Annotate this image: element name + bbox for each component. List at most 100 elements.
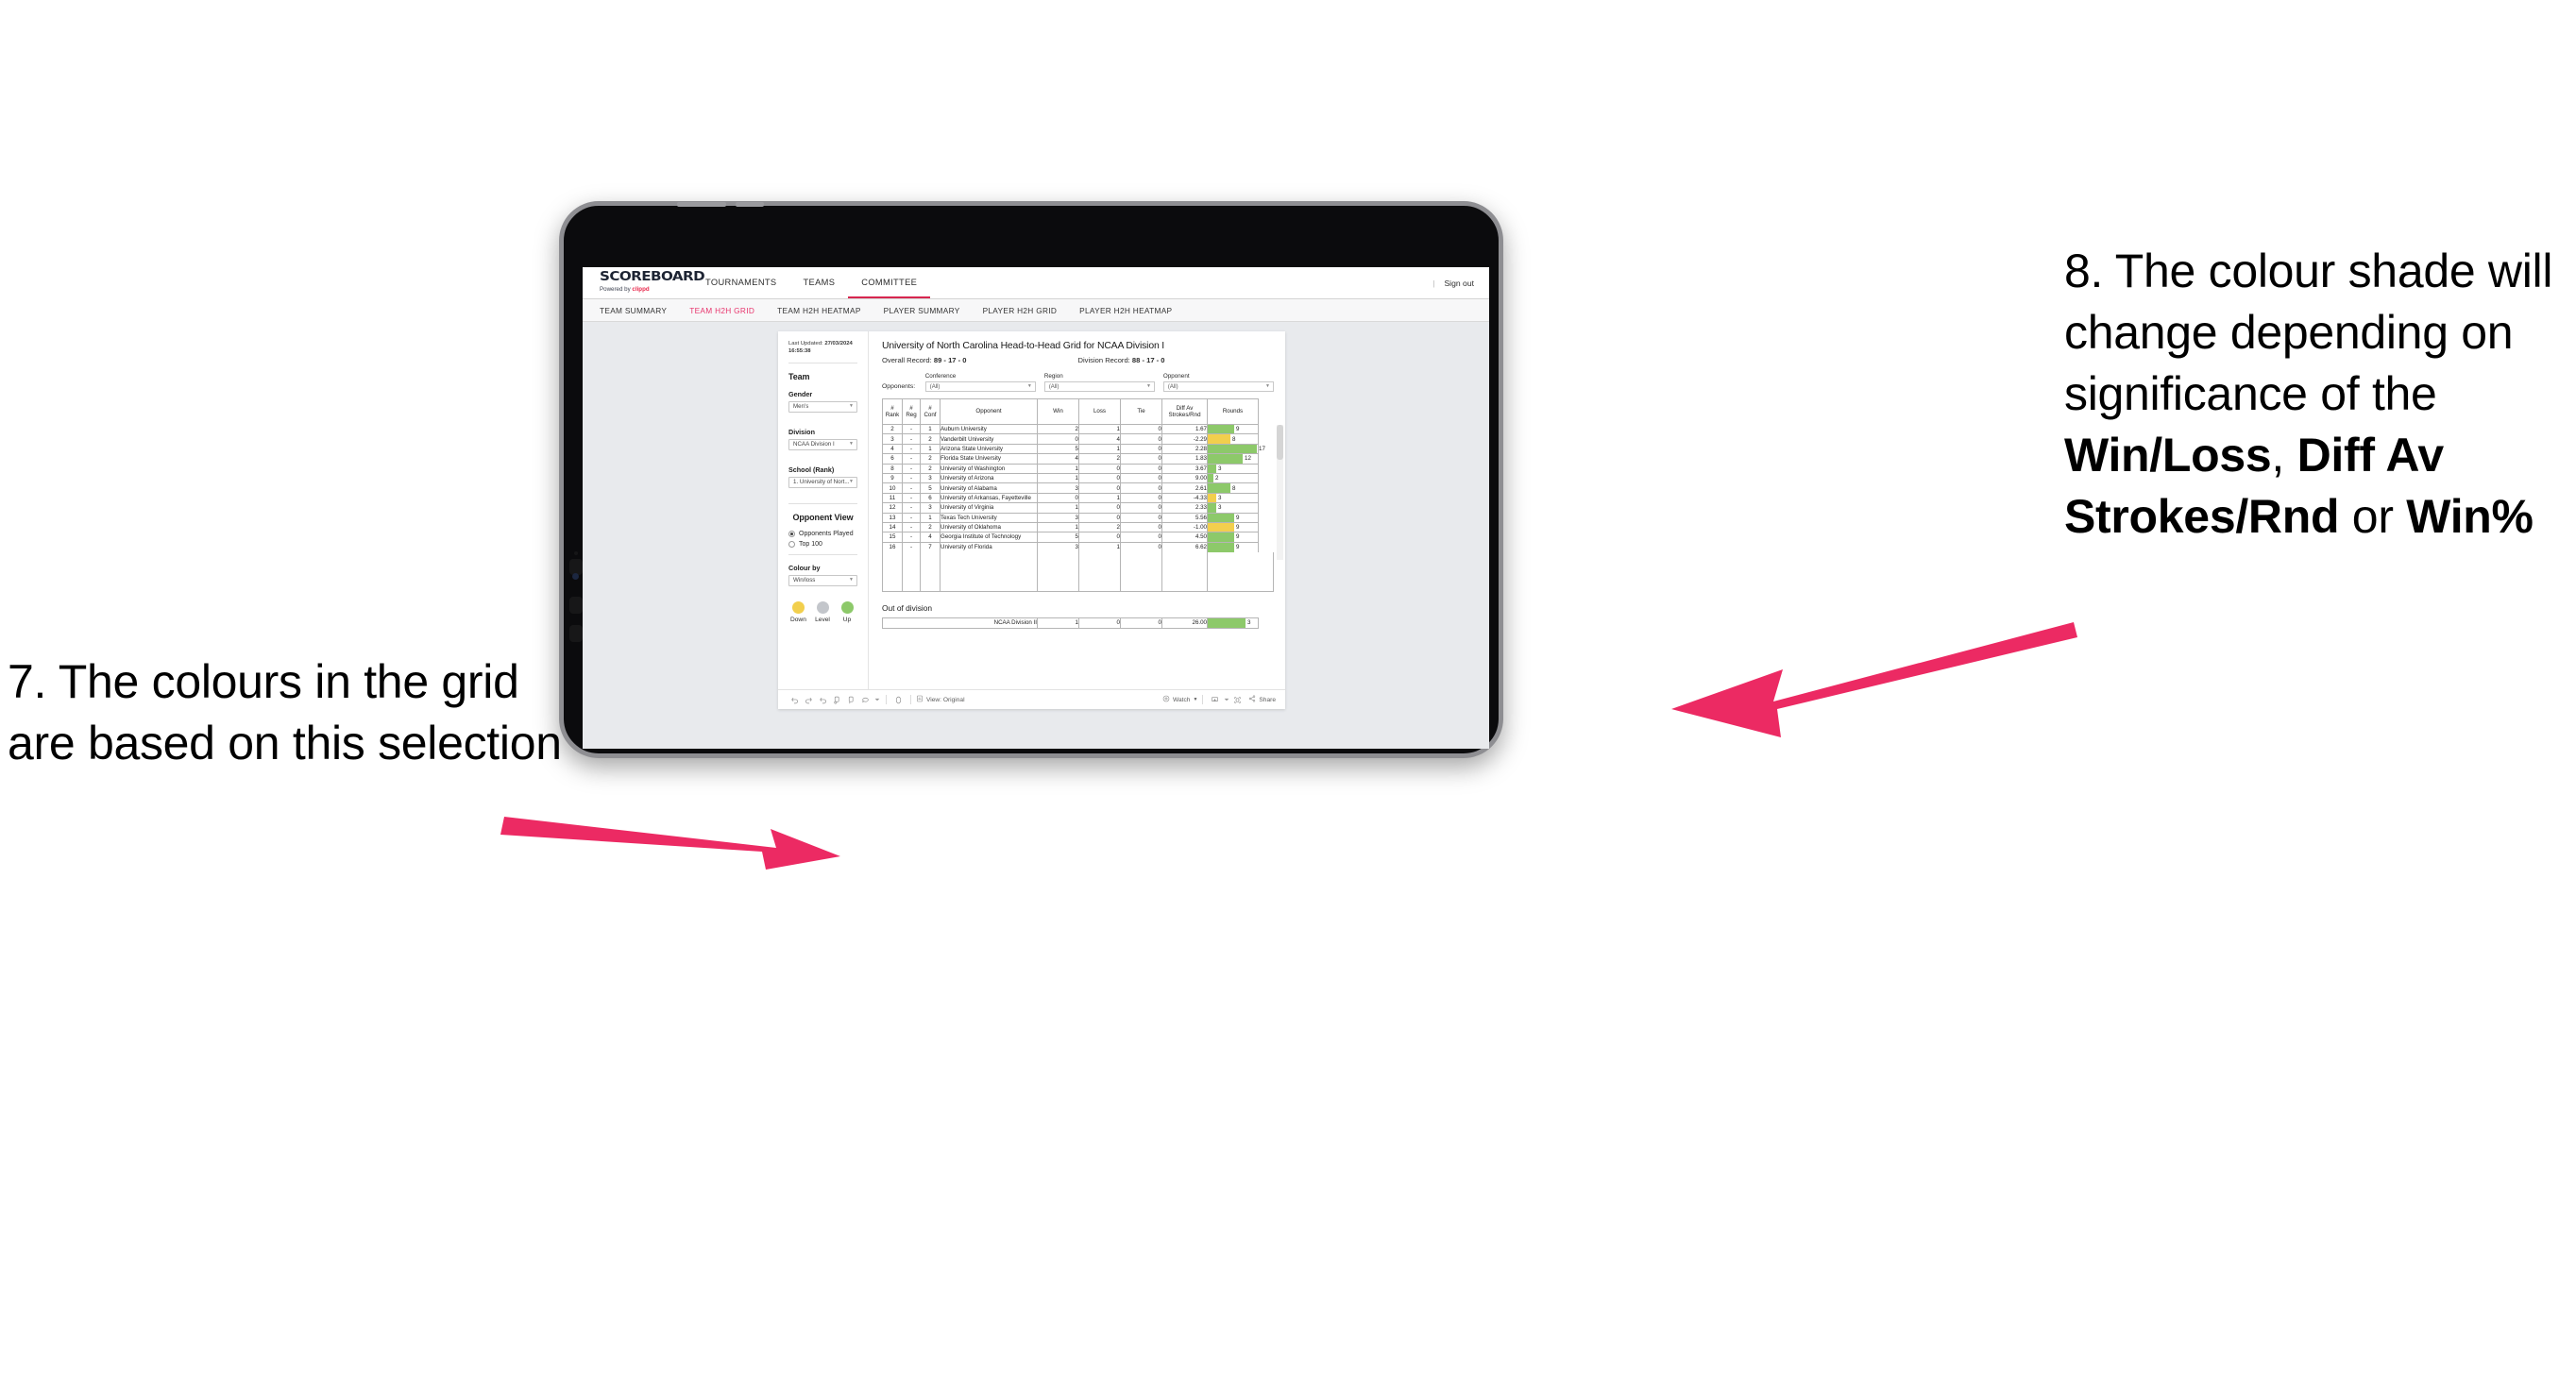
view-original-label: View: Original [926,696,965,703]
sidebar-divider-3 [788,553,857,555]
view-original-button[interactable]: View: Original [916,695,965,704]
col-header-win[interactable]: Win [1037,398,1079,425]
share-button[interactable]: Share [1248,695,1276,704]
grid-vertical-scrollbar[interactable] [1277,425,1283,560]
cell-rounds: 8 [1207,482,1259,494]
filter-conference-select[interactable]: (All) ▼ [924,381,1036,392]
cell-opponent: University of Arizona [940,472,1038,484]
table-row[interactable]: 11-6 University of Arkansas, Fayetteville… [882,492,1259,504]
cell-reg: - [902,521,921,533]
scrollbar-thumb[interactable] [1277,425,1283,460]
signout-group: | Sign out [1432,267,1489,298]
school-select[interactable]: 1. University of Nort... ▼ [788,476,857,488]
col-header-tie[interactable]: Tie [1120,398,1162,425]
table-row[interactable]: 6-2 Florida State University 4 2 0 1.83 12 [882,453,1259,465]
col-header-diff[interactable]: Diff Av Strokes/Rnd [1161,398,1208,425]
colour-by-select[interactable]: Win/loss ▼ [788,574,857,586]
division-select[interactable]: NCAA Division I ▼ [788,438,857,450]
cell-tie: 0 [1120,541,1162,552]
records-row: Overall Record: 89 - 17 - 0 Division Rec… [882,356,1274,364]
col-header-rank[interactable]: # Rank [882,398,903,425]
h2h-grid-head: # Rank # Reg # Conf Opponent Win Loss Tie D… [882,398,1259,425]
watch-icon [1162,695,1170,704]
cell-win: 1 [1037,463,1079,474]
refresh-data-icon[interactable] [830,696,844,704]
out-of-division-row[interactable]: NCAA Division II 1 0 0 26.00 3 [882,617,1259,629]
h2h-grid-wrapper: # Rank # Reg # Conf Opponent Win Loss Tie D… [882,398,1283,592]
cell-conf: 2 [920,453,941,465]
tablet-sensor-dot [574,551,578,555]
watch-button[interactable]: Watch ▼ [1162,695,1197,704]
undo-icon[interactable] [788,696,802,704]
revert-icon[interactable] [816,696,830,704]
table-row[interactable]: 3-2 Vanderbilt University 0 4 0 -2.29 8 [882,433,1259,445]
table-row[interactable]: 14-2 University of Oklahoma 1 2 0 -1.00 9 [882,521,1259,533]
cell-opponent: Vanderbilt University [940,433,1038,445]
device-preview-icon[interactable] [891,696,906,704]
legend-label-up: Up [842,616,852,623]
col-header-loss[interactable]: Loss [1078,398,1121,425]
filter-opponent-select[interactable]: (All) ▼ [1162,381,1274,392]
subnav-item-player-h2h-heatmap[interactable]: PLAYER H2H HEATMAP [1079,306,1172,315]
cell-loss: 1 [1078,492,1121,504]
cell-win: 0 [1037,433,1079,445]
cell-tie: 0 [1120,463,1162,474]
radio-opponents-played[interactable]: Opponents Played [788,530,857,537]
table-row[interactable]: 4-1 Arizona State University 5 1 0 2.28 17 [882,443,1265,455]
filter-opponent-value: (All) [1167,383,1178,390]
app-logo[interactable]: SCOREBOARD Powered by clippd [583,267,705,298]
highlight-icon[interactable] [858,696,873,704]
chevron-down-icon: ▼ [849,403,854,410]
cell-diff: 2.33 [1161,502,1208,514]
topnav-item-committee[interactable]: COMMITTEE [848,267,931,298]
cell-ood-rounds: 3 [1207,617,1259,629]
table-row[interactable]: 16-7 University of Florida 3 1 0 6.62 9 [882,541,1259,552]
filters-sidebar: Last Updated: 27/03/2024 16:55:38 Team G… [778,331,869,689]
division-record: Division Record: 88 - 17 - 0 [1077,356,1165,364]
cell-reg: - [902,492,921,504]
legend-dot-down [791,600,805,614]
table-row[interactable]: 8-2 University of Washington 1 0 0 3.67 3 [882,463,1259,474]
table-row[interactable]: 15-4 Georgia Institute of Technology 5 0 0 4.… [882,532,1259,543]
cell-opponent: University of Florida [940,541,1038,552]
cell-opponent: Auburn University [940,423,1038,435]
download-dropdown-icon[interactable] [1222,697,1230,702]
logo-tagline: Powered by clippd [600,286,650,293]
topnav-item-tournaments[interactable]: TOURNAMENTS [692,267,789,298]
radio-label-opponents-played: Opponents Played [799,530,854,537]
cell-ood-diff: 26.00 [1161,617,1208,629]
subnav-item-team-h2h-heatmap[interactable]: TEAM H2H HEATMAP [777,306,861,315]
cell-diff: -1.00 [1161,521,1208,533]
annotation-right: 8. The colour shade will change dependin… [2064,241,2576,548]
filter-opponent-label: Opponent [1162,373,1190,380]
chevron-down-icon: ▼ [849,479,854,485]
subnav-item-player-summary[interactable]: PLAYER SUMMARY [884,306,960,315]
table-row[interactable]: 13-1 Texas Tech University 3 0 0 5.56 9 [882,512,1259,523]
download-icon[interactable] [1208,696,1222,704]
radio-top-100[interactable]: Top 100 [788,540,857,548]
col-header-opponent[interactable]: Opponent [940,398,1038,425]
filter-region-label: Region [1043,373,1063,380]
redo-icon[interactable] [802,696,816,704]
topnav-item-teams[interactable]: TEAMS [789,267,848,298]
highlight-dropdown-icon[interactable] [873,697,881,702]
fullscreen-icon[interactable] [1230,696,1245,704]
filter-region-select[interactable]: (All) ▼ [1043,381,1155,392]
gender-select[interactable]: Men's ▼ [788,400,857,413]
col-header-rounds[interactable]: Rounds [1207,398,1259,425]
col-header-reg[interactable]: # Reg [902,398,921,425]
subnav-item-player-h2h-grid[interactable]: PLAYER H2H GRID [983,306,1058,315]
table-row[interactable]: 10-5 University of Alabama 3 0 0 2.61 8 [882,482,1259,494]
cell-win: 3 [1037,512,1079,523]
subnav-item-team-summary[interactable]: TEAM SUMMARY [600,306,667,315]
cell-conf: 7 [920,541,941,552]
table-row[interactable]: 12-3 University of Virginia 1 0 0 2.33 3 [882,502,1259,514]
cell-win: 0 [1037,492,1079,504]
signout-link[interactable]: Sign out [1444,279,1474,288]
table-row[interactable]: 9-3 University of Arizona 1 0 0 9.00 2 [882,472,1259,484]
annotation-arrow-left [500,817,840,870]
subnav-item-team-h2h-grid[interactable]: TEAM H2H GRID [689,306,754,315]
table-row[interactable]: 2-1 Auburn University 2 1 0 1.67 9 [882,423,1259,435]
col-header-conf[interactable]: # Conf [920,398,941,425]
pause-auto-update-icon[interactable] [844,696,858,704]
